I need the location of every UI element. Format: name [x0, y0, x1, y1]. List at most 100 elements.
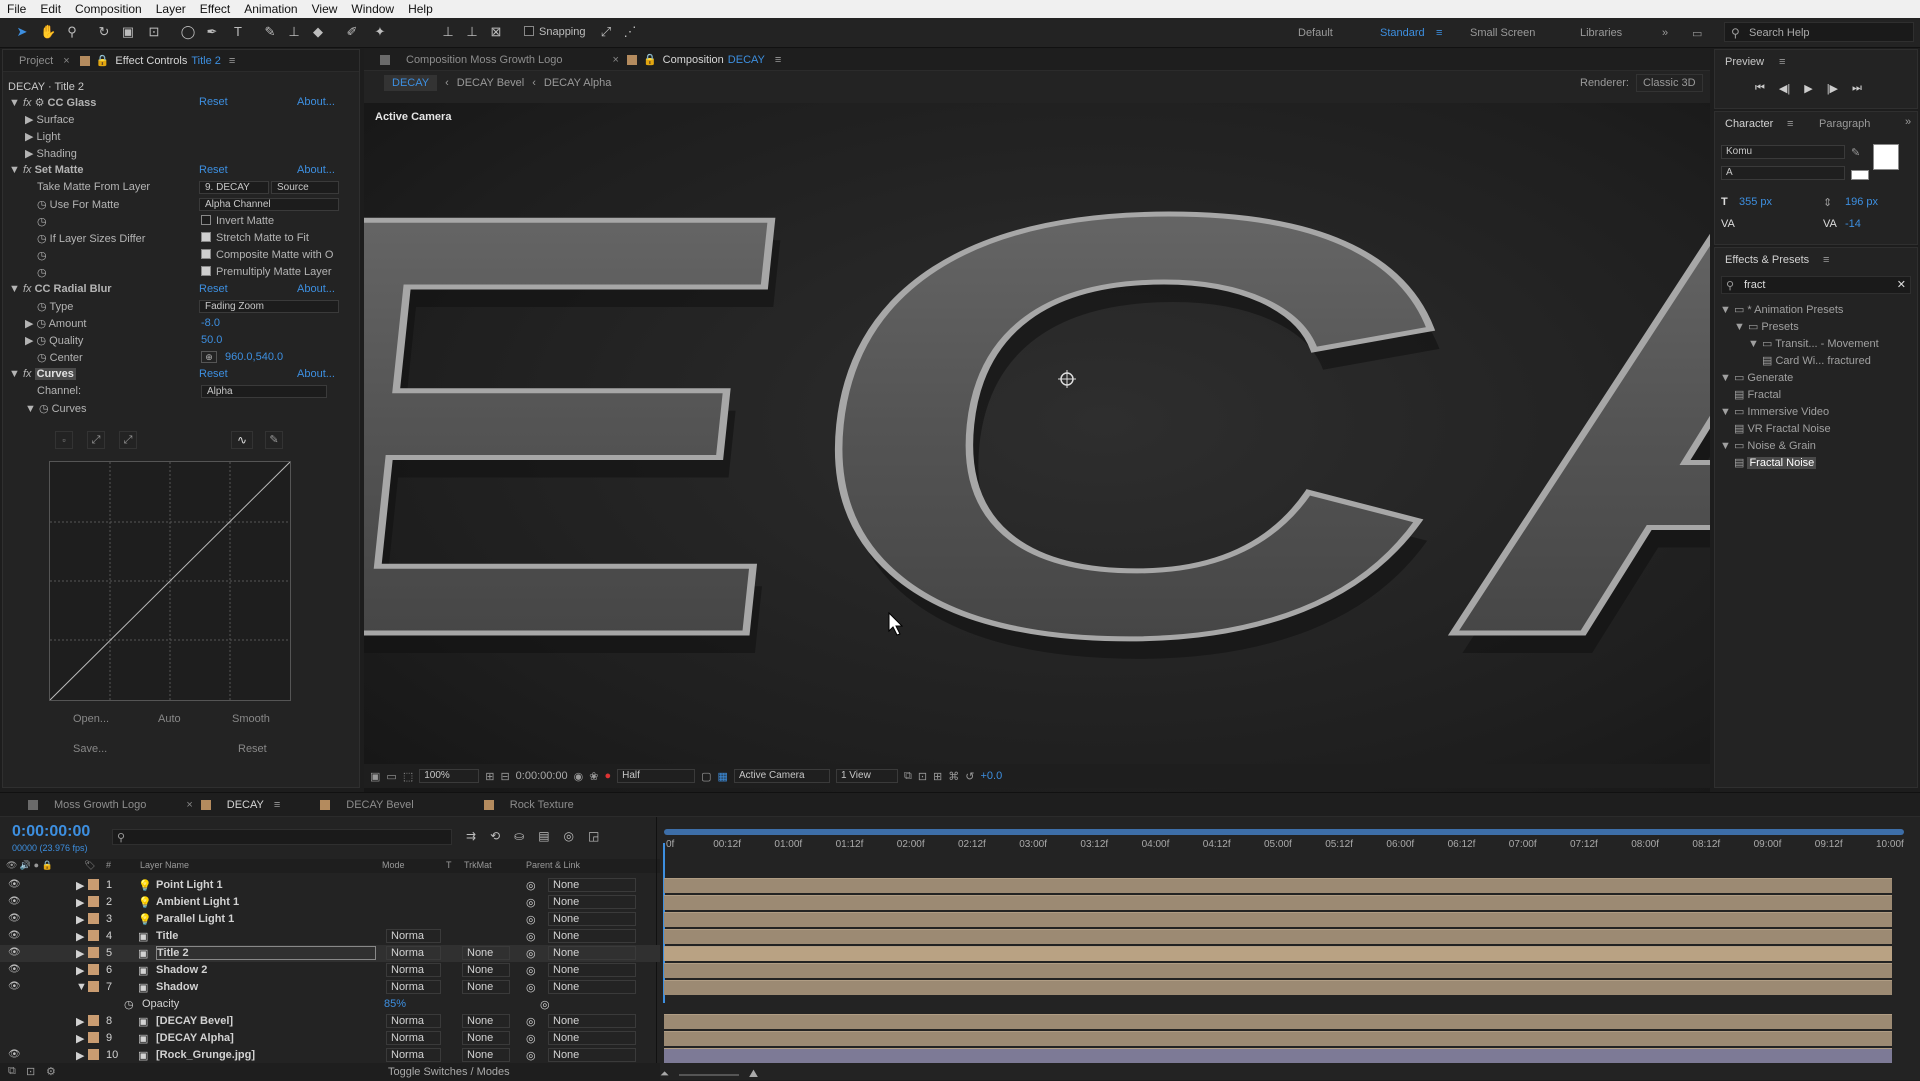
eye-icon[interactable]: 👁 — [8, 913, 21, 924]
ep-item[interactable]: ▼ ▭ Noise & Grain — [1720, 439, 1816, 452]
axis-view-icon[interactable]: ⊠ — [488, 24, 504, 40]
grid-icon[interactable]: ⊟ — [500, 770, 509, 783]
zoom-in-icon[interactable]: ⛰ — [749, 1068, 758, 1081]
eye-icon[interactable]: 👁 — [8, 930, 21, 941]
work-area-bar[interactable] — [664, 829, 1904, 835]
mode-select[interactable]: Norma — [386, 946, 442, 960]
shading-group[interactable]: ▶ Shading — [3, 147, 363, 161]
eye-icon[interactable]: 👁 — [8, 1049, 21, 1060]
bezier-curve-icon[interactable]: ∿ — [231, 431, 253, 449]
layer-duration-bar[interactable] — [664, 895, 1892, 910]
last-frame-icon[interactable]: ⏭ — [1852, 82, 1862, 95]
toggle-pixel-icon[interactable]: ⧉ — [904, 770, 912, 783]
parent-select[interactable]: None — [548, 929, 637, 943]
motion-blur-icon[interactable]: ◎ — [564, 829, 574, 843]
expand-arrow-icon[interactable]: ▶ — [76, 1032, 84, 1045]
stamp-tool-icon[interactable]: ⊥ — [286, 24, 302, 40]
ep-item[interactable]: ▼ ▭ * Animation Presets — [1720, 303, 1843, 316]
curves-save-button[interactable]: Save... — [73, 743, 107, 755]
radial-blur-about[interactable]: About... — [297, 283, 335, 295]
property-row[interactable]: ◷ Opacity 85% ◎ — [0, 996, 660, 1013]
trkmat-select[interactable]: None — [462, 1014, 511, 1028]
label-color-swatch[interactable] — [88, 896, 99, 910]
parent-select[interactable]: None — [548, 946, 637, 960]
tl-tab-rock[interactable]: Rock Texture — [500, 799, 584, 811]
prev-frame-icon[interactable]: ◀| — [1779, 82, 1790, 95]
layer-name[interactable]: [DECAY Alpha] — [156, 1032, 234, 1044]
layer-name[interactable]: Ambient Light 1 — [156, 896, 239, 908]
expand-arrow-icon[interactable]: ▶ — [76, 879, 84, 892]
layer-row[interactable]: 👁 ▶ 1 💡 Point Light 1 ◎ None — [0, 877, 660, 894]
resolution-select[interactable]: Half — [617, 769, 696, 783]
stroke-color-swatch[interactable] — [1851, 170, 1869, 180]
monitor-icon[interactable]: ▭ — [386, 770, 396, 783]
tab-comp-moss[interactable]: Composition Moss Growth Logo — [396, 54, 573, 66]
tl-tab-decay[interactable]: DECAY — [217, 799, 274, 811]
set-matte-about[interactable]: About... — [297, 164, 335, 176]
ep-item[interactable]: ▼ ▭ Generate — [1720, 371, 1793, 384]
mode-select[interactable]: Norma — [386, 1048, 442, 1062]
parent-select[interactable]: None — [548, 963, 637, 977]
menu-layer[interactable]: Layer — [149, 2, 193, 16]
roto-tool-icon[interactable]: ✐ — [344, 24, 360, 40]
pickwhip-icon[interactable]: ◎ — [526, 930, 536, 943]
composite-checkbox[interactable]: Composite Matte with O — [201, 249, 333, 261]
comp-settings-icon[interactable]: ⧉ — [8, 1065, 16, 1078]
search-help-box[interactable]: ⚲ Search Help — [1724, 22, 1914, 42]
ep-item[interactable]: ▤ Card Wi... fractured — [1762, 354, 1871, 367]
layer-duration-bar[interactable] — [664, 946, 1892, 961]
surface-group[interactable]: ▶ Surface — [3, 113, 363, 127]
pickwhip-icon[interactable]: ◎ — [526, 964, 536, 977]
expand-arrow-icon[interactable]: ▼ — [76, 981, 87, 993]
tab-effect-controls[interactable]: Effect Controls — [115, 55, 191, 67]
clear-search-icon[interactable]: ✕ — [1897, 278, 1906, 291]
label-color-swatch[interactable] — [88, 879, 99, 893]
menu-help[interactable]: Help — [401, 2, 440, 16]
pickwhip-icon[interactable]: ◎ — [526, 981, 536, 994]
more-icon[interactable]: » — [1905, 116, 1911, 128]
tracking-value[interactable]: -14 — [1845, 218, 1861, 230]
light-group[interactable]: ▶ Light — [3, 130, 363, 144]
tab-project[interactable]: Project — [9, 55, 63, 67]
fast-preview-icon[interactable]: ⊡ — [918, 770, 927, 783]
channel-icon[interactable]: ● — [604, 770, 611, 782]
parent-select[interactable]: None — [548, 1048, 637, 1062]
frame-render-icon[interactable]: ⚙ — [46, 1065, 56, 1078]
effect-curves[interactable]: ▼ fx Curves Reset About... — [3, 368, 363, 382]
snap-grid-icon[interactable]: ⋰ — [622, 24, 638, 40]
snapping-toggle[interactable]: Snapping — [524, 24, 586, 40]
curves-graph[interactable] — [49, 461, 291, 701]
amount-value[interactable]: -8.0 — [201, 317, 220, 329]
menu-animation[interactable]: Animation — [237, 2, 304, 16]
eye-icon[interactable]: 👁 — [8, 879, 21, 890]
expand-arrow-icon[interactable]: ▶ — [76, 913, 84, 926]
mode-select[interactable]: Norma — [386, 929, 442, 943]
take-matte-select[interactable]: 9. DECAY — [199, 181, 269, 194]
panel-menu-icon[interactable]: ≡ — [1779, 56, 1785, 68]
lock-icon[interactable]: 🔒 — [643, 53, 657, 66]
current-time[interactable]: 0:00:00:00 — [516, 770, 568, 782]
trkmat-select[interactable]: None — [462, 1031, 511, 1045]
layer-name[interactable]: [DECAY Bevel] — [156, 1015, 233, 1027]
tab-paragraph[interactable]: Paragraph — [1819, 118, 1870, 130]
transparency-grid-icon[interactable]: ▦ — [718, 770, 728, 783]
renderer-value[interactable]: Classic 3D — [1636, 74, 1703, 92]
puppet-tool-icon[interactable]: ✦ — [372, 24, 388, 40]
zoom-select[interactable]: 100% — [419, 769, 480, 783]
trkmat-select[interactable]: None — [462, 946, 511, 960]
snap-icon[interactable]: ⤢ — [598, 24, 614, 40]
view-layout-select[interactable]: 1 View — [835, 769, 898, 783]
workspace-menu-icon[interactable]: ≡ — [1436, 27, 1442, 39]
crumb-decay-bevel[interactable]: DECAY Bevel — [457, 77, 524, 89]
effects-search-box[interactable]: ⚲ fract ✕ — [1721, 276, 1911, 294]
pickwhip-icon[interactable]: ◎ — [526, 913, 536, 926]
pickwhip-icon[interactable]: ◎ — [526, 896, 536, 909]
draft-3d-icon[interactable]: ⟲ — [490, 829, 500, 843]
axis-local-icon[interactable]: ⊥ — [440, 24, 456, 40]
eye-icon[interactable]: 👁 — [8, 947, 21, 958]
type-tool-icon[interactable]: T — [230, 24, 246, 40]
parent-select[interactable]: None — [548, 878, 637, 892]
ep-item[interactable]: ▼ ▭ Transit... - Movement — [1748, 337, 1879, 350]
layer-name[interactable]: [Rock_Grunge.jpg] — [156, 1049, 255, 1061]
panel-menu-icon[interactable]: ≡ — [1787, 118, 1793, 130]
